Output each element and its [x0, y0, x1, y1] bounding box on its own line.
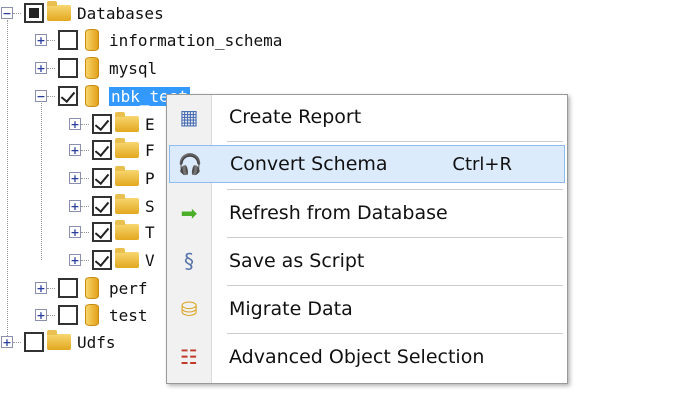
node-label: S: [145, 196, 155, 216]
expand-icon[interactable]: +: [69, 254, 81, 266]
folder-icon: [115, 220, 139, 240]
node-label: perf: [109, 278, 148, 298]
menu-item-refresh[interactable]: ➡ Refresh from Database: [169, 191, 565, 235]
node-label: test: [109, 305, 148, 325]
node-label: information_schema: [109, 30, 283, 50]
folder-icon: [115, 248, 139, 268]
checkbox[interactable]: [92, 114, 112, 134]
expand-icon[interactable]: +: [69, 144, 81, 156]
menu-separator: [227, 189, 563, 190]
menu-item-advanced-object-selection[interactable]: ☷ Advanced Object Selection: [169, 335, 565, 379]
tree-node-child[interactable]: + T: [69, 220, 155, 244]
tree-node-databases[interactable]: − Databases: [1, 1, 164, 25]
folder-icon: [115, 112, 139, 132]
node-label: P: [145, 168, 155, 188]
folder-icon: [115, 194, 139, 214]
expand-icon[interactable]: +: [69, 226, 81, 238]
checkbox[interactable]: [58, 58, 78, 78]
checkbox[interactable]: [58, 278, 78, 298]
scroll-icon: §: [184, 249, 194, 273]
menu-item-label: Create Report: [229, 106, 362, 128]
menu-item-shortcut: Ctrl+R: [452, 153, 512, 175]
database-icon: [85, 29, 99, 51]
report-icon: ▦: [179, 105, 199, 129]
tree-node-db[interactable]: + test: [35, 303, 148, 327]
tree-node-child[interactable]: + E: [69, 112, 155, 136]
tree-node-db[interactable]: + mysql: [35, 56, 157, 80]
checklist-icon: ☷: [180, 345, 198, 369]
database-icon: [85, 304, 99, 326]
tree-node-db[interactable]: + perf: [35, 276, 148, 300]
checkbox[interactable]: [92, 140, 112, 160]
expand-icon[interactable]: +: [35, 282, 47, 294]
menu-item-migrate-data[interactable]: ⛁ Migrate Data: [169, 287, 565, 331]
expand-icon[interactable]: +: [69, 172, 81, 184]
expand-icon[interactable]: +: [35, 34, 47, 46]
menu-item-convert-schema[interactable]: 🎧 Convert Schema Ctrl+R: [169, 145, 565, 183]
migrate-icon: ⛁: [180, 297, 198, 321]
collapse-icon[interactable]: −: [1, 7, 13, 19]
tree-node-child[interactable]: + F: [69, 138, 155, 162]
folder-icon: [115, 138, 139, 158]
menu-separator: [227, 237, 563, 238]
node-label: E: [145, 114, 155, 134]
green-arrow-icon: ➡: [180, 201, 198, 225]
menu-item-save-as-script[interactable]: § Save as Script: [169, 239, 565, 283]
folder-icon: [47, 330, 71, 350]
menu-separator: [227, 285, 563, 286]
node-label: Udfs: [77, 332, 116, 352]
node-label: T: [145, 222, 155, 242]
checkbox[interactable]: [24, 3, 44, 23]
tree-node-child[interactable]: + P: [69, 166, 155, 190]
collapse-icon[interactable]: −: [35, 90, 47, 102]
node-label: Databases: [77, 3, 164, 23]
menu-item-label: Save as Script: [229, 250, 365, 272]
menu-item-create-report[interactable]: ▦ Create Report: [169, 95, 565, 139]
tree-line: [7, 20, 8, 340]
menu-item-label: Migrate Data: [229, 298, 353, 320]
database-icon: [85, 57, 99, 79]
menu-item-label: Advanced Object Selection: [229, 346, 485, 368]
menu-separator: [227, 333, 563, 334]
folder-icon: [47, 1, 71, 21]
tree-node-child[interactable]: + V: [69, 248, 155, 272]
checkbox[interactable]: [92, 168, 112, 188]
tree-node-child[interactable]: + S: [69, 194, 155, 218]
tree-line: [41, 100, 42, 260]
node-label: F: [145, 140, 155, 160]
menu-separator: [227, 141, 563, 142]
expand-icon[interactable]: +: [69, 118, 81, 130]
expand-icon[interactable]: +: [69, 200, 81, 212]
database-icon: [85, 85, 99, 107]
menu-item-label: Convert Schema: [230, 153, 388, 175]
expand-icon[interactable]: +: [1, 336, 13, 348]
node-label: V: [145, 250, 155, 270]
expand-icon[interactable]: +: [35, 309, 47, 321]
checkbox[interactable]: [58, 86, 78, 106]
checkbox[interactable]: [24, 332, 44, 352]
context-menu: ▦ Create Report 🎧 Convert Schema Ctrl+R …: [166, 94, 568, 384]
checkbox[interactable]: [92, 250, 112, 270]
headphones-icon: 🎧: [177, 152, 203, 176]
checkbox[interactable]: [58, 30, 78, 50]
checkbox[interactable]: [92, 222, 112, 242]
tree-node-udfs[interactable]: + Udfs: [1, 330, 116, 354]
folder-icon: [115, 166, 139, 186]
node-label: mysql: [109, 58, 158, 78]
tree-node-db[interactable]: + information_schema: [35, 28, 282, 52]
menu-item-label: Refresh from Database: [229, 202, 448, 224]
checkbox[interactable]: [58, 305, 78, 325]
expand-icon[interactable]: +: [35, 62, 47, 74]
checkbox[interactable]: [92, 196, 112, 216]
database-icon: [85, 277, 99, 299]
